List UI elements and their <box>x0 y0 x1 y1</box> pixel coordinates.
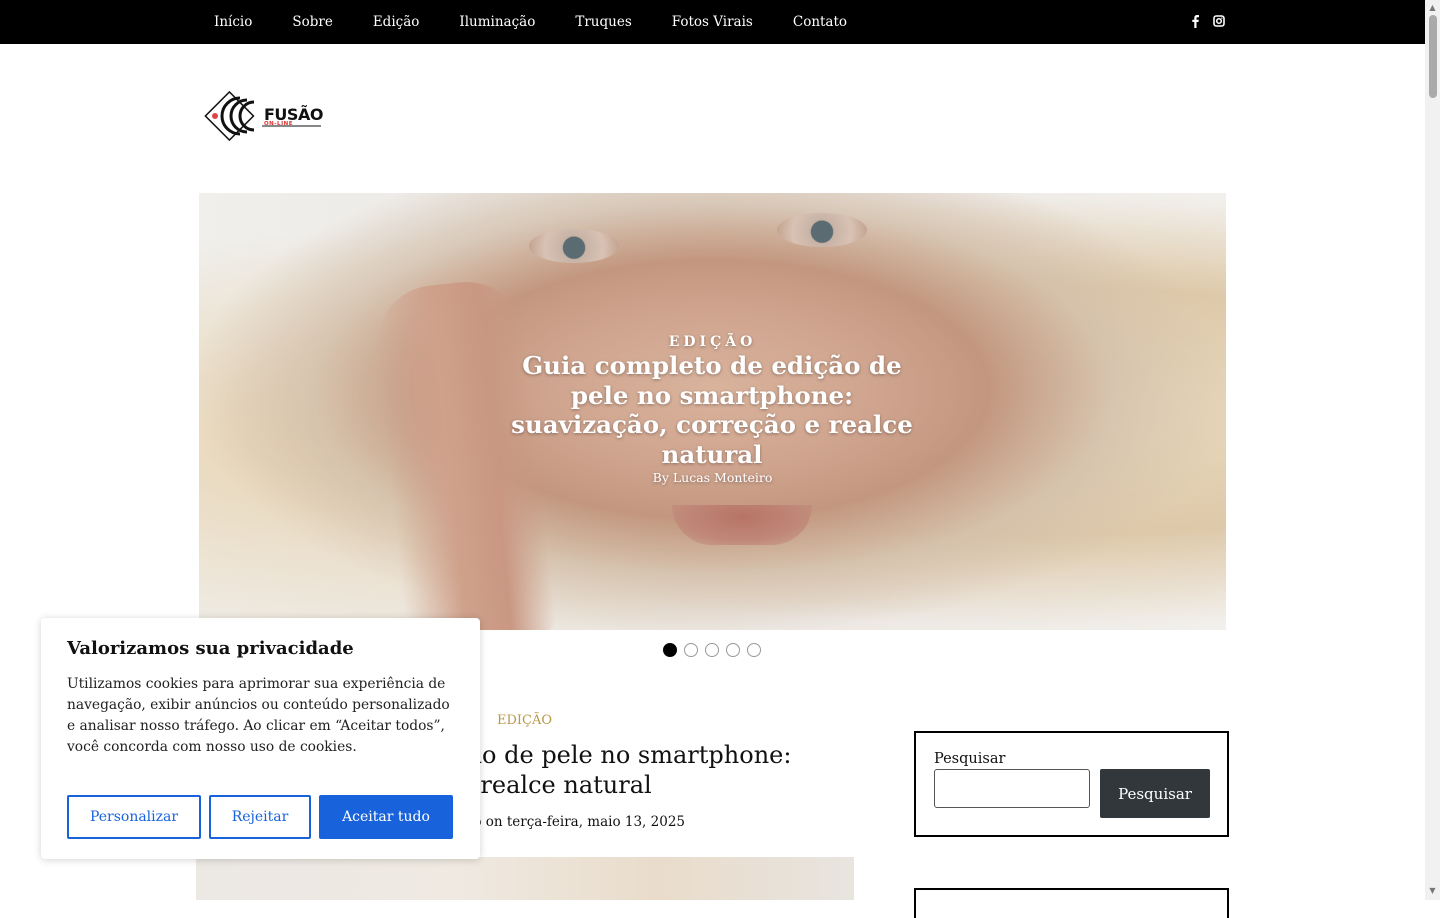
nav-item-fotos-virais[interactable]: Fotos Virais <box>672 14 753 30</box>
reject-button[interactable]: Rejeitar <box>209 795 311 839</box>
nav-item-iluminacao[interactable]: Iluminação <box>459 14 535 30</box>
hero-image-eye-right <box>777 213 867 247</box>
hero-image-eye-left <box>529 229 619 263</box>
hero-title[interactable]: Guia completo de edição de pele no smart… <box>502 351 922 469</box>
customize-button[interactable]: Personalizar <box>67 795 201 839</box>
nav-item-edicao[interactable]: Edição <box>373 14 420 30</box>
search-input[interactable] <box>934 769 1090 808</box>
site-logo[interactable]: FUSÃO ON-LINE <box>200 88 323 144</box>
slider-pagination <box>663 643 761 657</box>
hero-byline: By Lucas Monteiro <box>652 470 773 485</box>
nav-item-inicio[interactable]: Início <box>214 14 252 30</box>
scroll-up-icon[interactable]: ▲ <box>1428 3 1437 12</box>
slider-dot-2[interactable] <box>684 643 698 657</box>
slider-dot-1[interactable] <box>663 643 677 657</box>
page-scrollbar[interactable] <box>1425 0 1440 900</box>
scrollbar-thumb[interactable] <box>1429 15 1437 98</box>
instagram-icon[interactable] <box>1213 13 1225 27</box>
search-button[interactable]: Pesquisar <box>1100 769 1210 818</box>
hero-image-mouth <box>672 505 812 545</box>
cookie-title: Valorizamos sua privacidade <box>67 638 354 659</box>
post-category[interactable]: EDIÇÃO <box>497 713 552 728</box>
featured-slider[interactable]: EDIÇÃO Guia completo de edição de pele n… <box>199 193 1226 630</box>
hero-category[interactable]: EDIÇÃO <box>199 334 1226 350</box>
slider-dot-4[interactable] <box>726 643 740 657</box>
nav-item-sobre[interactable]: Sobre <box>292 14 332 30</box>
nav-item-contato[interactable]: Contato <box>793 14 847 30</box>
top-navigation-bar: Início Sobre Edição Iluminação Truques F… <box>0 0 1425 44</box>
slider-dot-3[interactable] <box>705 643 719 657</box>
social-links <box>1190 13 1225 28</box>
sidebar-widget <box>914 888 1229 918</box>
logo-tagline: ON-LINE <box>264 121 293 127</box>
post-featured-image[interactable] <box>196 857 854 900</box>
cookie-consent-banner: Valorizamos sua privacidade Utilizamos c… <box>41 618 480 859</box>
accept-all-button[interactable]: Aceitar tudo <box>319 795 453 839</box>
main-nav: Início Sobre Edição Iluminação Truques F… <box>214 0 887 44</box>
nav-item-truques[interactable]: Truques <box>575 14 631 30</box>
cookie-text: Utilizamos cookies para aprimorar sua ex… <box>67 676 450 755</box>
scroll-down-icon[interactable]: ▼ <box>1428 886 1437 895</box>
search-widget: Pesquisar Pesquisar <box>914 731 1229 837</box>
facebook-icon[interactable] <box>1190 13 1201 28</box>
search-label: Pesquisar <box>934 751 1006 767</box>
slider-dot-5[interactable] <box>747 643 761 657</box>
